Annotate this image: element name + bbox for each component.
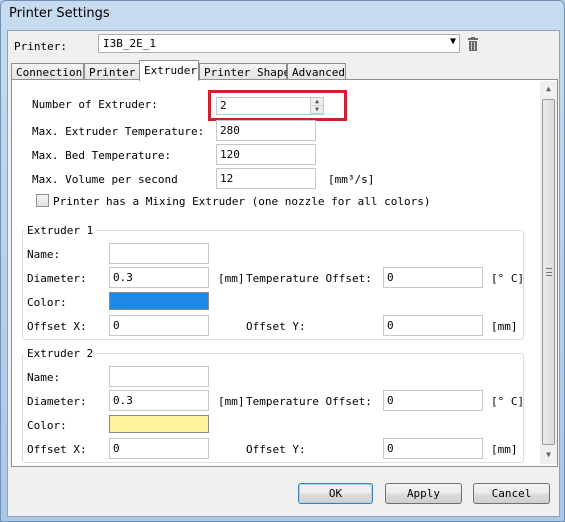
extruder-1-offset-x-input[interactable]: 0 — [109, 315, 209, 336]
tab-printer[interactable]: Printer — [84, 63, 141, 80]
extruder-1-color-swatch[interactable] — [109, 292, 209, 310]
printer-dropdown[interactable]: I3B_2E_1 ▼ — [98, 34, 460, 53]
extruder-1-temp-offset-unit: [° C] — [491, 272, 525, 285]
max-bed-temp-input[interactable]: 120 — [216, 144, 316, 165]
extruder-1-temp-offset-label: Temperature Offset: — [246, 272, 372, 285]
volume-unit-label: [mm³/s] — [328, 173, 375, 186]
extruder-1-diameter-input[interactable]: 0.3 — [109, 267, 209, 288]
extruder-2-title: Extruder 2 — [25, 347, 96, 360]
window-title: Printer Settings — [9, 6, 110, 21]
max-volume-input[interactable]: 12 — [216, 168, 316, 189]
printer-selected-value: I3B_2E_1 — [103, 37, 156, 50]
scroll-thumb[interactable] — [542, 99, 555, 445]
highlight-box — [208, 90, 347, 121]
extruder-2-temp-offset-unit: [° C] — [491, 395, 525, 408]
number-of-extruder-label: Number of Extruder: — [32, 98, 158, 111]
max-bed-temp-label: Max. Bed Temperature: — [32, 149, 172, 162]
printer-settings-window: Printer Settings Printer: I3B_2E_1 ▼ Con… — [0, 0, 565, 522]
max-extruder-temp-input[interactable]: 280 — [216, 120, 316, 141]
extruder-1-offset-x-label: Offset X: — [27, 320, 87, 333]
chevron-down-icon: ▼ — [449, 36, 456, 47]
tab-extruder[interactable]: Extruder — [139, 60, 199, 81]
extruder-1-title: Extruder 1 — [25, 224, 96, 237]
extruder-1-offset-unit: [mm] — [491, 320, 518, 333]
extruder-2-name-label: Name: — [27, 371, 61, 384]
vertical-scrollbar[interactable]: ▲ ▼ — [540, 81, 557, 464]
extruder-2-temp-offset-input[interactable]: 0 — [383, 390, 483, 411]
printer-label: Printer: — [14, 40, 67, 53]
extruder-1-diameter-unit: [mm] — [218, 272, 245, 285]
extruder-1-name-input[interactable] — [109, 243, 209, 264]
extruder-2-offset-x-input[interactable]: 0 — [109, 438, 209, 459]
extruder-1-color-label: Color: — [27, 296, 67, 309]
extruder-1-name-label: Name: — [27, 248, 61, 261]
extruder-2-diameter-label: Diameter: — [27, 395, 87, 408]
extruder-2-offset-y-input[interactable]: 0 — [383, 438, 483, 459]
tab-advanced[interactable]: Advanced — [287, 63, 346, 80]
extruder-2-name-input[interactable] — [109, 366, 209, 387]
scroll-up-icon[interactable]: ▲ — [540, 81, 557, 97]
extruder-2-offset-unit: [mm] — [491, 443, 518, 456]
apply-button[interactable]: Apply — [385, 483, 462, 504]
extruder-panel: Number of Extruder: 2 ▲ ▼ Max. Extruder … — [11, 79, 558, 467]
grip-icon — [546, 268, 552, 276]
max-volume-label: Max. Volume per second — [32, 173, 178, 186]
extruder-1-offset-y-label: Offset Y: — [246, 320, 306, 333]
extruder-2-offset-y-label: Offset Y: — [246, 443, 306, 456]
extruder-2-temp-offset-label: Temperature Offset: — [246, 395, 372, 408]
extruder-2-offset-x-label: Offset X: — [27, 443, 87, 456]
extruder-2-color-label: Color: — [27, 419, 67, 432]
extruder-1-diameter-label: Diameter: — [27, 272, 87, 285]
extruder-2-diameter-input[interactable]: 0.3 — [109, 390, 209, 411]
max-extruder-temp-label: Max. Extruder Temperature: — [32, 125, 205, 138]
extruder-2-color-swatch[interactable] — [109, 415, 209, 433]
extruder-1-temp-offset-input[interactable]: 0 — [383, 267, 483, 288]
dialog-client: Printer: I3B_2E_1 ▼ Connection Printer E… — [7, 30, 560, 517]
trash-icon[interactable] — [467, 37, 479, 51]
ok-button[interactable]: OK — [298, 483, 373, 504]
scroll-down-icon[interactable]: ▼ — [540, 447, 557, 463]
tab-connection[interactable]: Connection — [11, 63, 84, 80]
cancel-button[interactable]: Cancel — [473, 483, 550, 504]
mixing-extruder-label: Printer has a Mixing Extruder (one nozzl… — [53, 195, 431, 208]
tab-printer-shape[interactable]: Printer Shape — [199, 63, 290, 80]
mixing-extruder-checkbox[interactable] — [36, 194, 49, 207]
extruder-2-diameter-unit: [mm] — [218, 395, 245, 408]
extruder-1-offset-y-input[interactable]: 0 — [383, 315, 483, 336]
